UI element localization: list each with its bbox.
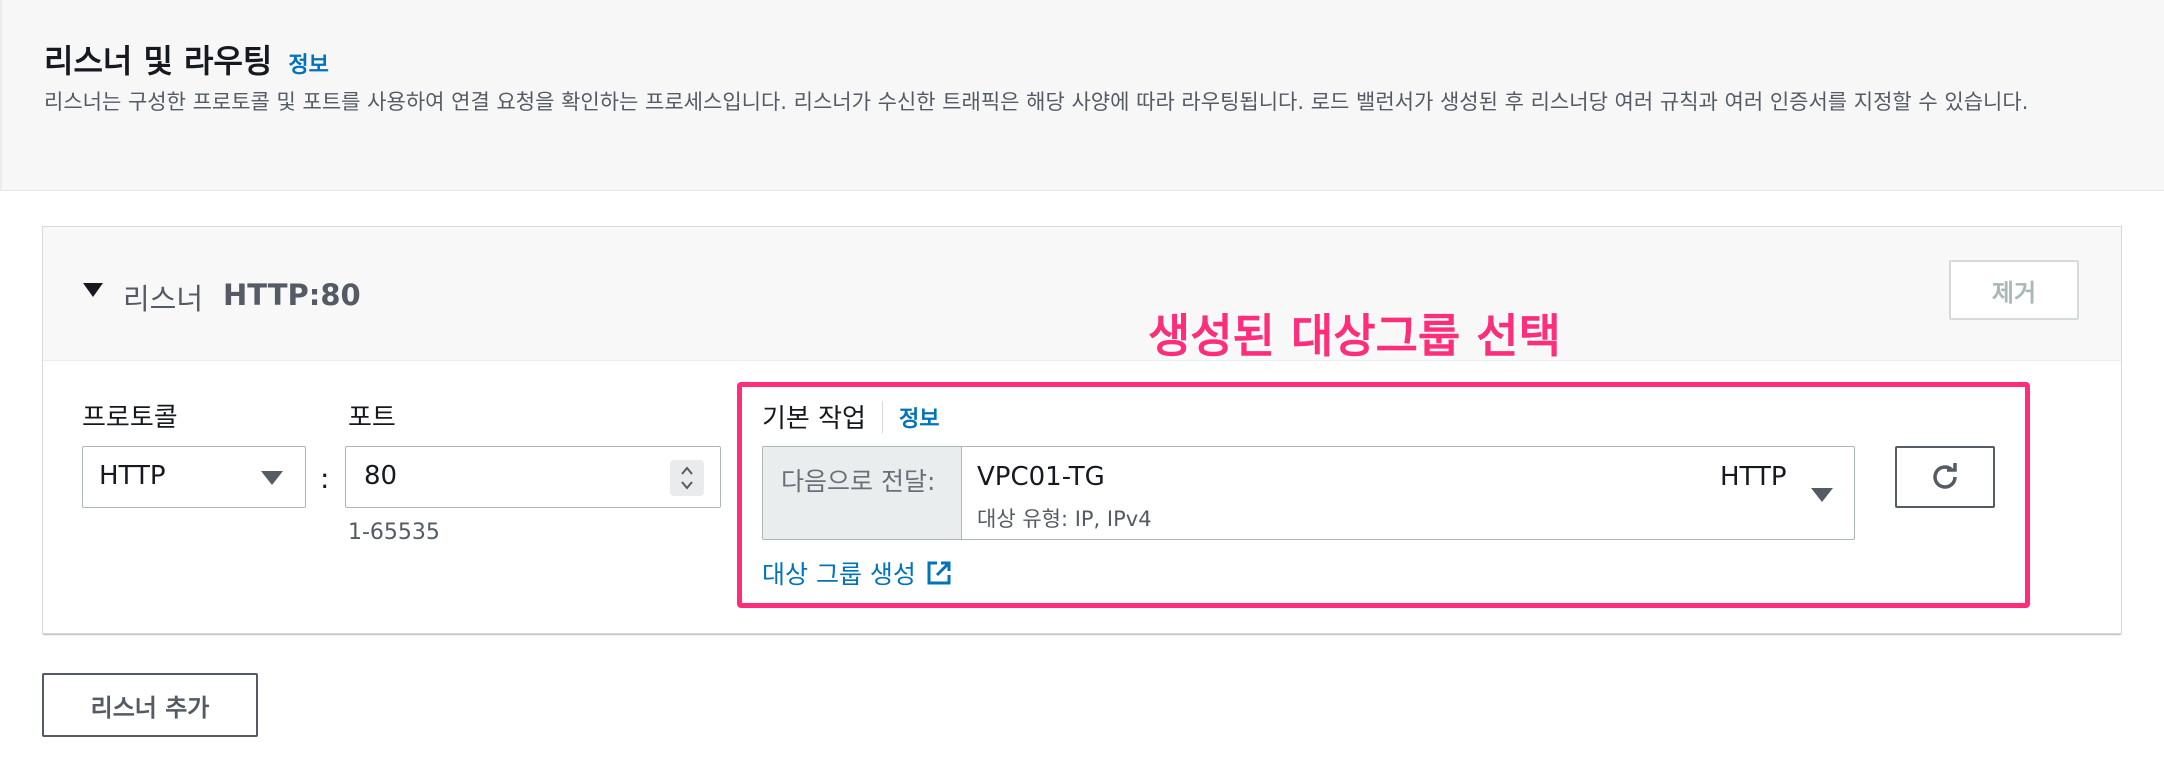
target-group-protocol: HTTP (1720, 462, 1787, 492)
forward-prefix-label: 다음으로 전달: (781, 467, 936, 496)
chevron-down-icon[interactable] (680, 478, 694, 492)
protocol-port-separator: : (320, 462, 330, 495)
chevron-down-icon (1811, 488, 1833, 502)
create-target-group-link[interactable]: 대상 그룹 생성 (762, 555, 952, 591)
add-listener-button[interactable]: 리스너 추가 (42, 673, 258, 737)
external-link-icon (927, 561, 951, 585)
port-stepper[interactable] (670, 460, 704, 496)
port-input-value: 80 (364, 461, 398, 491)
listener-protocol-port: HTTP:80 (223, 278, 361, 312)
divider (881, 400, 883, 433)
listener-label: 리스너 (123, 282, 204, 316)
target-group-select[interactable]: 다음으로 전달: VPC01-TG 대상 유형: IP, IPv4 HTTP (762, 446, 1855, 540)
remove-button[interactable]: 제거 (1949, 260, 2079, 320)
section-description: 리스너는 구성한 프로토콜 및 포트를 사용하여 연결 요청을 확인하는 프로세… (44, 90, 2029, 114)
annotation-text: 생성된 대상그룹 선택 (1148, 309, 1561, 363)
target-group-detail: 대상 유형: IP, IPv4 (977, 507, 1152, 531)
info-link[interactable]: 정보 (899, 401, 939, 433)
forward-prefix: 다음으로 전달: (763, 447, 962, 539)
refresh-button[interactable] (1895, 446, 1995, 508)
port-input[interactable]: 80 (345, 446, 721, 508)
caret-down-icon[interactable] (83, 283, 103, 297)
header-title-row: 리스너 및 라우팅 정보 (44, 36, 329, 82)
default-action-header: 기본 작업 정보 (762, 398, 939, 435)
refresh-icon (1933, 463, 1957, 489)
create-target-group-label: 대상 그룹 생성 (762, 560, 916, 589)
info-link[interactable]: 정보 (288, 47, 328, 79)
protocol-label: 프로토콜 (82, 403, 178, 433)
port-label: 포트 (348, 403, 396, 433)
protocol-select[interactable]: HTTP (82, 446, 306, 508)
chevron-down-icon (261, 471, 283, 485)
listener-header[interactable]: 리스너 HTTP:80 제거 (43, 227, 2121, 361)
page-title: 리스너 및 라우팅 (44, 42, 273, 80)
chevron-up-icon[interactable] (680, 464, 694, 478)
target-group-name: VPC01-TG (977, 462, 1105, 492)
section-header: 리스너 및 라우팅 정보 리스너는 구성한 프로토콜 및 포트를 사용하여 연결… (0, 0, 2164, 191)
protocol-select-value: HTTP (99, 461, 166, 491)
port-hint: 1-65535 (348, 520, 440, 545)
default-action-label: 기본 작업 (762, 404, 866, 434)
